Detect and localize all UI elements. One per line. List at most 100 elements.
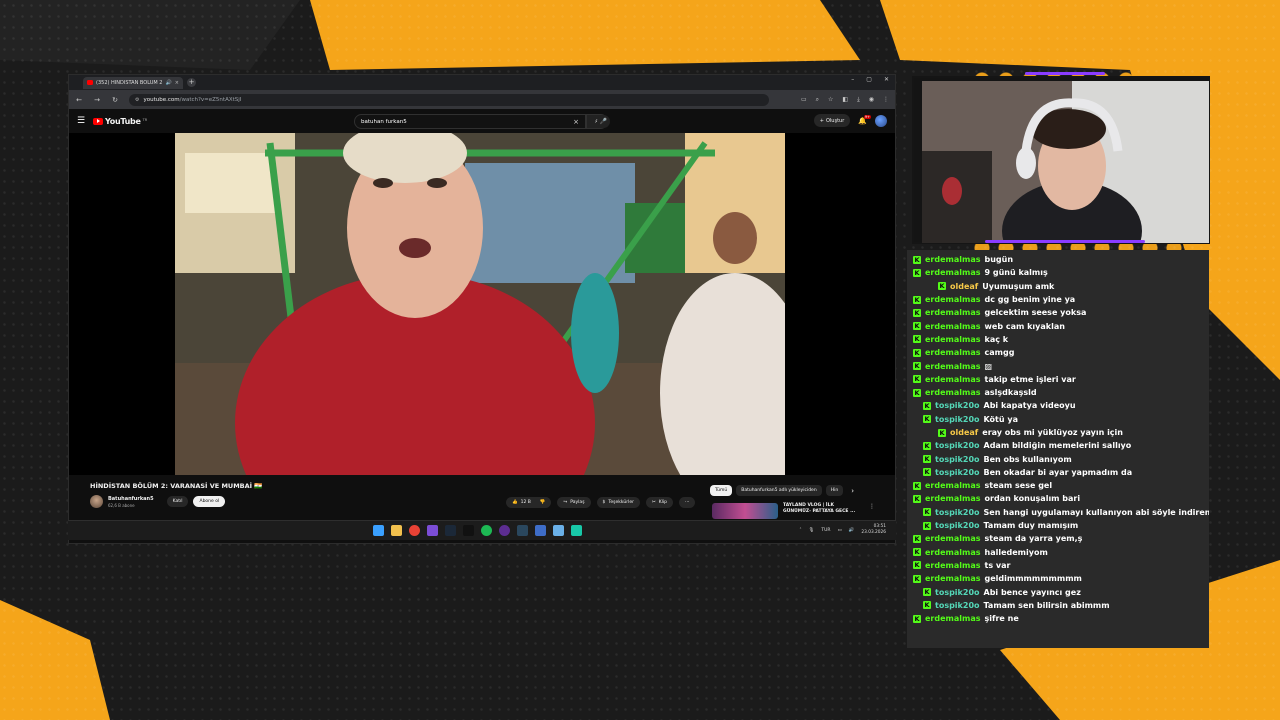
clock[interactable]: 03:51 23.03.2026 bbox=[861, 524, 886, 536]
chip-uploader[interactable]: Batuhanfurkan5 adlı yükleyiciden bbox=[736, 485, 822, 496]
chat-username[interactable]: erdemalmas bbox=[925, 481, 981, 490]
search-input[interactable]: batuhan furkan5 × bbox=[354, 114, 586, 129]
speaker-icon[interactable]: 🔊 bbox=[166, 80, 172, 86]
steam-icon[interactable] bbox=[445, 525, 456, 536]
chat-username[interactable]: erdemalmas bbox=[925, 308, 981, 317]
star-icon[interactable]: ☆ bbox=[828, 96, 833, 104]
chat-username[interactable]: erdemalmas bbox=[925, 348, 981, 357]
youtube-logo[interactable]: YouTube TR bbox=[93, 117, 147, 126]
subscribe-button[interactable]: Abone ol bbox=[193, 496, 226, 507]
windows-icon[interactable] bbox=[373, 525, 384, 536]
mic-tray-icon[interactable]: 🎙 bbox=[809, 528, 815, 533]
kick-badge-icon: K bbox=[913, 268, 921, 277]
capcut-icon[interactable] bbox=[463, 525, 474, 536]
chat-username[interactable]: erdemalmas bbox=[925, 574, 981, 583]
chat-username[interactable]: erdemalmas bbox=[925, 295, 981, 304]
maximize-button[interactable]: ▢ bbox=[866, 76, 872, 83]
app-icon-4[interactable] bbox=[571, 525, 582, 536]
close-window-button[interactable]: ✕ bbox=[884, 76, 889, 83]
chat-message: Ktospik20o Ben okadar bi ayar yapmadım da bbox=[907, 466, 1209, 479]
chat-username[interactable]: erdemalmas bbox=[925, 268, 981, 277]
menu-dots-icon[interactable]: ⋮ bbox=[883, 96, 889, 104]
chat-username[interactable]: erdemalmas bbox=[925, 548, 981, 557]
chat-username[interactable]: erdemalmas bbox=[925, 388, 981, 397]
channel-name[interactable]: Batuhanfurkan5 bbox=[108, 496, 154, 502]
reload-button[interactable]: ↻ bbox=[111, 96, 119, 104]
chat-username[interactable]: tospik20o bbox=[935, 508, 980, 517]
download-icon[interactable]: ⤓ bbox=[857, 96, 860, 104]
network-icon[interactable]: ▭ bbox=[838, 528, 842, 533]
youtube-header-right: + Oluştur 🔔 9+ bbox=[813, 114, 887, 127]
menu-dots-icon[interactable]: ⋮ bbox=[869, 503, 875, 519]
like-count: 12 B bbox=[520, 500, 531, 505]
recommended-thumbnail[interactable] bbox=[712, 503, 778, 519]
bell-icon[interactable]: 🔔 9+ bbox=[858, 114, 871, 125]
chat-username[interactable]: erdemalmas bbox=[925, 335, 981, 344]
chat-username[interactable]: oldeaf bbox=[950, 282, 978, 291]
chat-message: Kerdemalmas ▨ bbox=[907, 359, 1209, 372]
join-button[interactable]: Katıl bbox=[166, 496, 189, 507]
tab-close-icon[interactable]: × bbox=[175, 80, 179, 86]
thanks-button[interactable]: $ Teşekkürler bbox=[596, 497, 640, 508]
app-icon[interactable] bbox=[427, 525, 438, 536]
chat-username[interactable]: erdemalmas bbox=[925, 375, 981, 384]
app-icon-3[interactable] bbox=[553, 525, 564, 536]
chip-related[interactable]: Hin bbox=[825, 485, 844, 496]
chat-username[interactable]: oldeaf bbox=[950, 428, 978, 437]
hamburger-menu-icon[interactable]: ☰ bbox=[77, 116, 89, 126]
chat-text: Tamam duy mamışım bbox=[983, 521, 1079, 531]
steam-icon-2[interactable] bbox=[517, 525, 528, 536]
obs-icon[interactable] bbox=[499, 525, 510, 536]
app-icon-2[interactable] bbox=[535, 525, 546, 536]
chat-username[interactable]: tospik20o bbox=[935, 588, 980, 597]
chip-all[interactable]: Tümü bbox=[710, 485, 733, 496]
chat-username[interactable]: erdemalmas bbox=[925, 614, 981, 623]
chat-username[interactable]: erdemalmas bbox=[925, 322, 981, 331]
chrome-icon[interactable] bbox=[409, 525, 420, 536]
create-button[interactable]: + Oluştur bbox=[813, 114, 851, 127]
video-frame[interactable] bbox=[175, 133, 785, 475]
chat-username[interactable]: tospik20o bbox=[935, 401, 980, 410]
chat-username[interactable]: tospik20o bbox=[935, 468, 980, 477]
voice-search-button[interactable]: 🎤 bbox=[597, 115, 610, 128]
volume-icon[interactable]: 🔊 bbox=[849, 528, 855, 533]
chat-username[interactable]: tospik20o bbox=[935, 415, 980, 424]
chevron-right-icon[interactable]: › bbox=[851, 487, 854, 495]
like-button[interactable]: 👍 12 B 👎 bbox=[506, 497, 552, 508]
extensions-icon[interactable]: ◧ bbox=[842, 96, 848, 104]
folder-icon[interactable] bbox=[391, 525, 402, 536]
zoom-icon[interactable]: ⌕ bbox=[816, 96, 819, 104]
channel-avatar[interactable] bbox=[90, 495, 103, 508]
chevron-up-icon[interactable]: ˄ bbox=[799, 528, 801, 533]
chat-username[interactable]: tospik20o bbox=[935, 601, 980, 610]
chat-username[interactable]: tospik20o bbox=[935, 455, 980, 464]
more-actions-button[interactable]: ··· bbox=[679, 497, 696, 508]
cam-accent-bottom bbox=[985, 240, 1145, 243]
back-button[interactable]: ← bbox=[75, 96, 83, 104]
chat-username[interactable]: tospik20o bbox=[935, 441, 980, 450]
chat-username[interactable]: erdemalmas bbox=[925, 561, 981, 570]
account-avatar[interactable] bbox=[875, 114, 887, 127]
thumbs-down-icon[interactable]: 👎 bbox=[540, 500, 546, 505]
chat-username[interactable]: tospik20o bbox=[935, 521, 980, 530]
chat-username[interactable]: erdemalmas bbox=[925, 362, 981, 371]
site-info-icon[interactable]: ⚙ bbox=[135, 97, 139, 103]
new-tab-button[interactable]: + bbox=[187, 78, 196, 87]
share-button[interactable]: ↪ Paylaş bbox=[557, 497, 591, 508]
profile-icon[interactable]: ◉ bbox=[869, 96, 874, 104]
minimize-button[interactable]: – bbox=[851, 76, 854, 83]
browser-tab[interactable]: (352) HİNDİSTAN BÖLÜM 2 🔊 × bbox=[83, 76, 183, 89]
chat-username[interactable]: erdemalmas bbox=[925, 494, 981, 503]
clear-search-icon[interactable]: × bbox=[573, 118, 579, 126]
spotify-icon[interactable] bbox=[481, 525, 492, 536]
address-bar[interactable]: ⚙ youtube.com/watch?v=eZ5ntAXtSjI bbox=[129, 93, 769, 106]
chat-username[interactable]: erdemalmas bbox=[925, 534, 981, 543]
screen-icon[interactable]: ▭ bbox=[801, 96, 807, 104]
recommended-video[interactable]: TAYLAND VLOG | İLK GÜNÜMÜZ- PATTAYA GECE… bbox=[712, 503, 875, 519]
language-indicator[interactable]: TUR bbox=[821, 528, 830, 533]
clip-button[interactable]: ✂ Klip bbox=[645, 497, 674, 508]
chat-username[interactable]: erdemalmas bbox=[925, 255, 981, 264]
video-player[interactable] bbox=[69, 133, 895, 475]
recommended-title[interactable]: TAYLAND VLOG | İLK GÜNÜMÜZ- PATTAYA GECE… bbox=[783, 503, 858, 519]
forward-button[interactable]: → bbox=[93, 96, 101, 104]
